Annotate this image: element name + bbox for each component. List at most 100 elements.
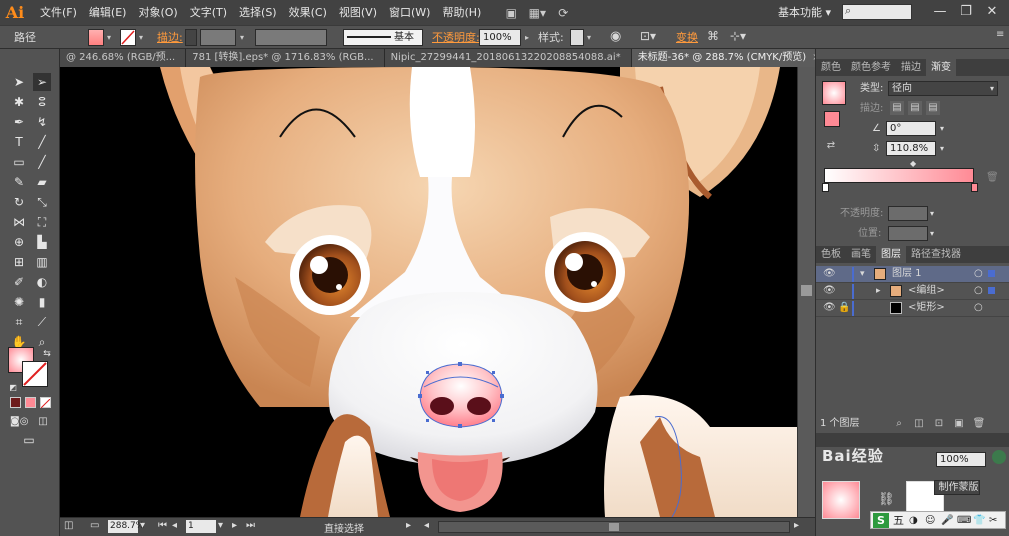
lasso-tool-icon[interactable]: ⵓ: [33, 93, 51, 111]
arrange-documents-icon[interactable]: ▦▾: [527, 4, 547, 22]
visibility-eye-icon[interactable]: 👁: [823, 266, 836, 282]
none-mode-icon[interactable]: [40, 397, 51, 409]
gradient-stop-end[interactable]: [971, 183, 978, 192]
stroke-weight-field[interactable]: [200, 29, 236, 46]
document-tab[interactable]: @ 246.68% (RGB/预...: [60, 49, 187, 67]
menu-help[interactable]: 帮助(H): [436, 0, 487, 25]
stroke-across-icon[interactable]: ▤: [926, 101, 940, 115]
menu-type[interactable]: 文字(T): [184, 0, 233, 25]
angle-dropdown-arrow[interactable]: ▾: [940, 121, 944, 136]
blend-tool-icon[interactable]: ◐: [33, 273, 51, 291]
direct-selection-tool-icon[interactable]: ➢: [33, 73, 51, 91]
edit-mode-icon[interactable]: ⊹▾: [730, 29, 746, 43]
document-tab-active[interactable]: 未标题-36* @ 288.7% (CMYK/预览)×: [631, 49, 832, 67]
stroke-weight-stepper[interactable]: [185, 29, 197, 46]
gradient-angle-input[interactable]: 0°: [886, 121, 936, 136]
eraser-tool-icon[interactable]: ▰: [33, 173, 51, 191]
workspace-switcher[interactable]: 基本功能 ▾: [778, 0, 831, 25]
menu-object[interactable]: 对象(O): [132, 0, 183, 25]
transform-link[interactable]: 变换: [676, 29, 698, 46]
delete-stop-icon[interactable]: 🗑: [986, 170, 999, 185]
first-artboard-icon[interactable]: ⏮: [158, 520, 167, 531]
stroke-dropdown-arrow[interactable]: ▾: [139, 29, 143, 46]
gradient-slider[interactable]: [824, 168, 974, 183]
variable-width-profile[interactable]: [255, 29, 327, 46]
gradient-mode-icon[interactable]: [25, 397, 36, 408]
opacity-input[interactable]: 100%: [479, 29, 521, 46]
visibility-eye-icon[interactable]: 👁: [823, 283, 836, 299]
ime-tools-icon[interactable]: ✂: [989, 513, 997, 528]
ime-skin-icon[interactable]: 👕: [973, 513, 985, 528]
close-button[interactable]: ✕: [982, 3, 1002, 21]
make-mask-button[interactable]: 制作蒙版: [934, 480, 980, 495]
artboard-dropdown-arrow[interactable]: ▾: [218, 520, 223, 531]
width-tool-icon[interactable]: ⋈: [10, 213, 28, 231]
maximize-button[interactable]: ❐: [956, 3, 976, 21]
symbol-sprayer-tool-icon[interactable]: ✺: [10, 293, 28, 311]
aspect-ratio-input[interactable]: 110.8%: [886, 141, 936, 156]
tab-layers[interactable]: 图层: [876, 246, 906, 263]
expand-triangle-icon[interactable]: ▸: [876, 283, 881, 299]
minimize-button[interactable]: —: [930, 3, 950, 21]
artboard-nav-icon[interactable]: ▭: [90, 520, 99, 531]
target-circle-icon[interactable]: ○: [974, 266, 983, 282]
stroke-gradient-swatch[interactable]: [824, 111, 840, 127]
style-dropdown-arrow[interactable]: ▾: [587, 29, 591, 46]
align-icon[interactable]: ⊡▾: [640, 29, 656, 43]
perspective-grid-tool-icon[interactable]: ▙: [33, 233, 51, 251]
layer-name[interactable]: <矩形>: [908, 300, 945, 316]
tab-gradient[interactable]: 渐变: [926, 59, 956, 76]
stroke-swatch[interactable]: [120, 29, 136, 46]
type-tool-icon[interactable]: T: [10, 133, 28, 151]
ime-toolbar[interactable]: S 五 ◑ ☺ 🎤 ⌨ 👕 ✂: [870, 511, 1006, 529]
fill-swatch[interactable]: [88, 29, 104, 46]
target-circle-icon[interactable]: ○: [974, 283, 983, 299]
artboard-nav-icon[interactable]: ◫: [64, 520, 73, 531]
chevron-down-icon[interactable]: ▾: [930, 226, 934, 241]
stroke-weight-dropdown[interactable]: ▾: [240, 29, 244, 46]
pencil-tool-icon[interactable]: ✎: [10, 173, 28, 191]
tab-brushes[interactable]: 画笔: [846, 246, 876, 263]
pen-tool-icon[interactable]: ✒: [10, 113, 28, 131]
stop-position-field[interactable]: [888, 226, 928, 241]
menu-view[interactable]: 视图(V): [333, 0, 383, 25]
transparency-opacity-input[interactable]: 100%: [936, 452, 986, 467]
document-tab[interactable]: Nipic_27299441_20180613220208854088.ai*: [384, 49, 632, 67]
menu-file[interactable]: 文件(F): [34, 0, 83, 25]
ime-punctuation-icon[interactable]: ◑: [909, 513, 918, 528]
gradient-stop-start[interactable]: [822, 183, 829, 192]
mask-thumbnail[interactable]: [822, 481, 860, 519]
delete-layer-icon[interactable]: 🗑: [972, 417, 986, 431]
opacity-label[interactable]: 不透明度:: [432, 29, 480, 46]
opacity-arrow[interactable]: ▸: [525, 29, 529, 46]
hscroll-left-icon[interactable]: ◂: [424, 520, 429, 531]
gradient-tool-icon[interactable]: ▥: [33, 253, 51, 271]
rotate-tool-icon[interactable]: ↻: [10, 193, 28, 211]
ime-voice-icon[interactable]: 🎤: [941, 513, 953, 528]
hscroll-right-icon[interactable]: ▸: [794, 520, 799, 531]
visibility-eye-icon[interactable]: 👁: [823, 300, 836, 316]
next-artboard-icon[interactable]: ▸: [232, 520, 237, 531]
midpoint-diamond-icon[interactable]: ◆: [910, 156, 916, 171]
rectangle-tool-icon[interactable]: ▭: [10, 153, 28, 171]
locate-object-icon[interactable]: ⌕: [892, 417, 906, 431]
zoom-dropdown-arrow[interactable]: ▾: [140, 520, 145, 531]
menu-window[interactable]: 窗口(W): [383, 0, 436, 25]
control-bar-menu-icon[interactable]: ≡: [996, 29, 1004, 40]
ime-emoji-icon[interactable]: ☺: [925, 513, 935, 528]
layer-row[interactable]: 👁 🔒 <矩形> ○: [816, 300, 1009, 317]
selection-indicator[interactable]: [988, 287, 995, 294]
scale-tool-icon[interactable]: ⤡: [33, 193, 51, 211]
fill-dropdown-arrow[interactable]: ▾: [107, 29, 111, 46]
graphic-style-swatch[interactable]: [570, 29, 584, 46]
ratio-dropdown-arrow[interactable]: ▾: [940, 141, 944, 156]
lock-icon[interactable]: 🔒: [838, 300, 850, 316]
document-tab[interactable]: 781 [转换].eps* @ 1716.83% (RGB...: [186, 49, 385, 67]
new-layer-icon[interactable]: ▣: [952, 417, 966, 431]
tab-swatches[interactable]: 色板: [816, 246, 846, 263]
swap-colors-icon[interactable]: ⇆: [38, 345, 56, 363]
ime-keyboard-icon[interactable]: ⌨: [957, 513, 971, 528]
tab-color[interactable]: 颜色: [816, 59, 846, 76]
chevron-down-icon[interactable]: ▾: [930, 206, 934, 221]
scroll-thumb[interactable]: [801, 285, 812, 296]
